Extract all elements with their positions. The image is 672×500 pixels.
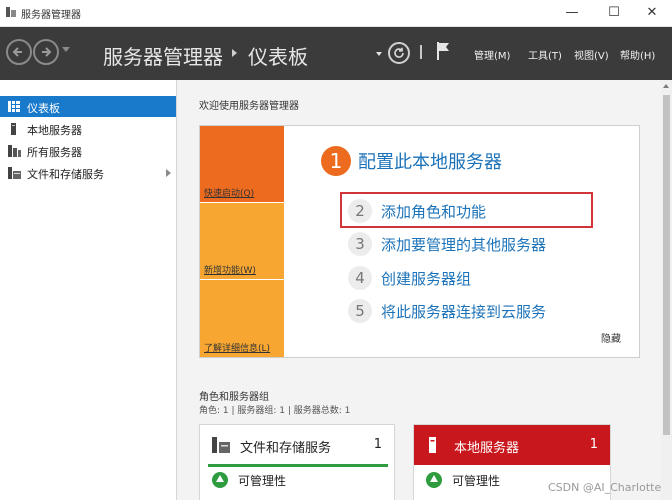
menu-view[interactable]: 视图(V) [574, 47, 609, 62]
window-title: 服务器管理器 [21, 10, 81, 21]
window-titlebar: 服务器管理器 — ☐ ✕ [0, 0, 672, 27]
roles-section-title: 角色和服务器组 [199, 392, 269, 403]
history-dropdown-icon[interactable] [62, 47, 70, 52]
vertical-scrollbar[interactable] [661, 80, 672, 500]
highlight-box [340, 192, 593, 228]
forward-button[interactable] [33, 39, 59, 65]
role-tile-header: 本地服务器 1 [414, 425, 610, 465]
sidebar-item-label: 本地服务器 [27, 124, 82, 137]
tile-label: 快速启动(Q) [204, 189, 255, 199]
role-tile-status[interactable]: 可管理性 [452, 472, 500, 489]
minimize-button[interactable]: — [552, 0, 592, 26]
tile-learn-more[interactable]: 了解详细信息(L) [200, 280, 284, 357]
role-tile-status[interactable]: 可管理性 [238, 472, 286, 489]
role-tile-count: 1 [589, 437, 598, 452]
server-icon [8, 123, 20, 138]
servers-icon [8, 145, 21, 160]
role-tile-count: 1 [373, 437, 382, 452]
maximize-button[interactable]: ☐ [594, 0, 634, 26]
app-header: 服务器管理器 仪表板 管理(M) 工具(T) 视图(V) 帮助(H) [0, 27, 672, 80]
scrollbar-thumb[interactable] [663, 95, 670, 435]
step-connect-cloud-link[interactable]: 将此服务器连接到云服务 [381, 301, 546, 322]
breadcrumb-app-name[interactable]: 服务器管理器 [103, 41, 223, 70]
menu-help[interactable]: 帮助(H) [620, 47, 655, 62]
step-configure-local-server-link[interactable]: 配置此本地服务器 [358, 148, 502, 174]
role-tile-name: 本地服务器 [454, 441, 520, 456]
welcome-title: 欢迎使用服务器管理器 [199, 101, 299, 112]
manageability-ok-icon [426, 472, 442, 488]
role-tile-file-storage[interactable]: 文件和存储服务 1 可管理性 [199, 424, 395, 500]
step-4-number: 4 [348, 266, 372, 290]
welcome-card: 快速启动(Q) 新增功能(W) 了解详细信息(L) 1 配置此本地服务器 2 添… [199, 125, 640, 358]
dashboard-icon [8, 101, 20, 115]
sidebar: 仪表板 本地服务器 所有服务器 文件和存储服务 [0, 80, 177, 500]
tile-whats-new[interactable]: 新增功能(W) [200, 203, 284, 279]
refresh-button[interactable] [388, 42, 410, 64]
status-bar [208, 464, 388, 467]
manageability-ok-icon [212, 472, 228, 488]
expand-arrow-icon[interactable] [166, 169, 171, 177]
dashboard-content: 欢迎使用服务器管理器 快速启动(Q) 新增功能(W) 了解详细信息(L) 1 配… [177, 80, 661, 500]
step-1-number: 1 [321, 146, 351, 176]
sidebar-item-dashboard[interactable]: 仪表板 [0, 96, 176, 117]
close-button[interactable]: ✕ [632, 0, 672, 26]
back-button[interactable] [6, 39, 32, 65]
scroll-up-arrow-icon[interactable] [663, 84, 669, 88]
storage-icon [8, 167, 21, 182]
role-tile-name: 文件和存储服务 [240, 441, 332, 456]
server-icon [428, 437, 438, 456]
notifications-flag-icon[interactable] [436, 41, 450, 64]
header-divider [420, 45, 422, 59]
tile-label: 了解详细信息(L) [204, 344, 271, 354]
breadcrumb-separator-icon [232, 49, 237, 57]
page-title: 仪表板 [248, 45, 308, 69]
hide-link[interactable]: 隐藏 [601, 330, 621, 345]
sidebar-item-all-servers[interactable]: 所有服务器 [0, 140, 176, 161]
step-create-server-group-link[interactable]: 创建服务器组 [381, 268, 471, 289]
tile-label: 新增功能(W) [204, 266, 256, 276]
tile-quick-start[interactable]: 快速启动(Q) [200, 126, 284, 202]
server-manager-app-icon [5, 6, 17, 18]
sidebar-item-label: 文件和存储服务 [27, 168, 104, 181]
menu-tools[interactable]: 工具(T) [528, 47, 562, 62]
step-3-number: 3 [348, 232, 372, 256]
watermark: CSDN @AI_Charlotte [548, 481, 662, 494]
step-5-number: 5 [348, 299, 372, 323]
roles-summary: 角色: 1 | 服务器组: 1 | 服务器总数: 1 [199, 406, 351, 416]
sidebar-item-label: 所有服务器 [27, 146, 82, 159]
storage-icon [212, 437, 230, 456]
step-add-servers-link[interactable]: 添加要管理的其他服务器 [381, 234, 546, 255]
refresh-dropdown-icon[interactable] [376, 52, 382, 56]
menu-manage[interactable]: 管理(M) [474, 47, 510, 62]
sidebar-item-local-server[interactable]: 本地服务器 [0, 118, 176, 139]
role-tile-header: 文件和存储服务 1 [200, 425, 394, 465]
sidebar-item-file-storage[interactable]: 文件和存储服务 [0, 162, 176, 183]
sidebar-item-label: 仪表板 [27, 102, 60, 115]
